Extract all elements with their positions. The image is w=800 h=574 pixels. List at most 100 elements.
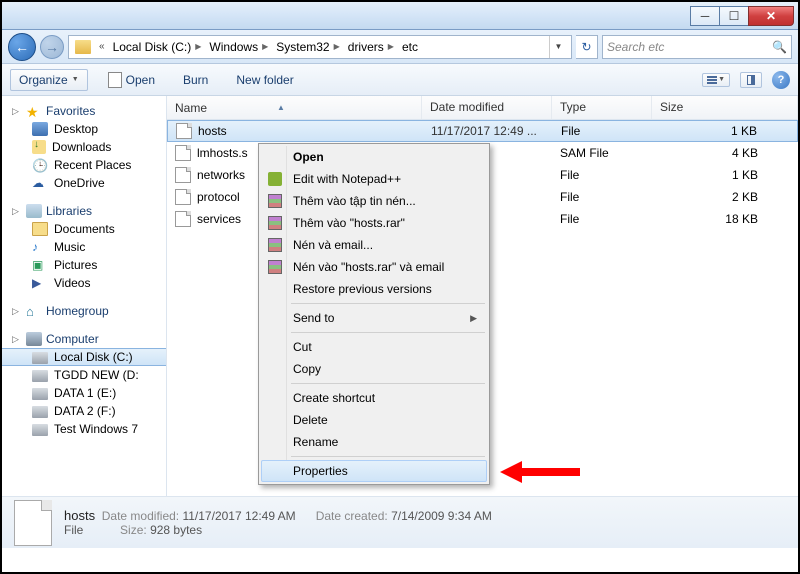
libraries-icon (26, 204, 42, 218)
file-size: 18 KB (652, 212, 798, 226)
column-headers[interactable]: Name▲ Date modified Type Size (167, 96, 798, 120)
new-folder-button[interactable]: New folder (228, 70, 301, 90)
sidebar-item-downloads[interactable]: Downloads (2, 138, 166, 156)
status-bar: hosts Date modified: 11/17/2017 12:49 AM… (2, 496, 798, 548)
cm-copy[interactable]: Copy (261, 358, 487, 380)
breadcrumb-seg[interactable]: Local Disk (C:)▶ (109, 36, 206, 58)
file-size: 1 KB (652, 168, 798, 182)
breadcrumb-seg[interactable]: Windows▶ (205, 36, 272, 58)
status-filename: hosts (64, 508, 95, 523)
titlebar: ─ ☐ ✕ (2, 2, 798, 30)
sidebar-item-drive[interactable]: DATA 2 (F:) (2, 402, 166, 420)
hdd-icon (32, 388, 48, 400)
documents-icon (32, 222, 48, 236)
hdd-icon (32, 406, 48, 418)
videos-icon: ▶ (32, 276, 48, 290)
view-button[interactable]: ▼ (702, 73, 730, 87)
search-input[interactable]: Search etc 🔍 (602, 35, 792, 59)
breadcrumb-seg[interactable]: etc (398, 36, 422, 58)
file-row[interactable]: hosts 11/17/2017 12:49 ... File 1 KB (167, 120, 798, 142)
notepadpp-icon (267, 171, 283, 187)
recent-icon: 🕒 (32, 158, 48, 172)
cm-edit-notepad[interactable]: Edit with Notepad++ (261, 168, 487, 190)
desktop-icon (32, 122, 48, 136)
refresh-button[interactable]: ↻ (576, 35, 598, 59)
file-icon (175, 167, 191, 183)
sidebar-item-videos[interactable]: ▶Videos (2, 274, 166, 292)
music-icon: ♪ (32, 240, 48, 254)
file-date: 11/17/2017 12:49 ... (423, 124, 553, 138)
help-button[interactable]: ? (772, 71, 790, 89)
breadcrumb[interactable]: « Local Disk (C:)▶ Windows▶ System32▶ dr… (68, 35, 572, 59)
burn-button[interactable]: Burn (175, 70, 216, 90)
sidebar-item-desktop[interactable]: Desktop (2, 120, 166, 138)
winrar-icon (267, 259, 283, 275)
sidebar-item-music[interactable]: ♪Music (2, 238, 166, 256)
computer-icon (26, 332, 42, 346)
history-chevron-icon[interactable]: « (95, 41, 109, 52)
cm-rename[interactable]: Rename (261, 431, 487, 453)
breadcrumb-dropdown-icon[interactable]: ▼ (549, 36, 567, 58)
cm-zip-email[interactable]: Nén và email... (261, 234, 487, 256)
homegroup-icon: ⌂ (26, 304, 42, 318)
cm-create-shortcut[interactable]: Create shortcut (261, 387, 487, 409)
file-type: File (552, 168, 652, 182)
file-type: SAM File (552, 146, 652, 160)
sidebar-head-homegroup[interactable]: ▷⌂Homegroup (2, 302, 166, 320)
file-size: 4 KB (652, 146, 798, 160)
sidebar-head-favorites[interactable]: ▷★Favorites (2, 102, 166, 120)
file-icon (175, 189, 191, 205)
hdd-icon (32, 370, 48, 382)
folder-icon (75, 40, 91, 54)
close-button[interactable]: ✕ (748, 6, 794, 26)
submenu-arrow-icon: ▶ (470, 313, 477, 324)
open-button[interactable]: Open (100, 69, 163, 91)
page-icon (108, 72, 122, 88)
sidebar-item-onedrive[interactable]: ☁OneDrive (2, 174, 166, 192)
cm-zip-hosts-email[interactable]: Nén vào "hosts.rar" và email (261, 256, 487, 278)
cm-add-hosts-rar[interactable]: Thêm vào "hosts.rar" (261, 212, 487, 234)
file-icon (176, 123, 192, 139)
file-size: 1 KB (653, 124, 797, 138)
file-icon (175, 211, 191, 227)
cm-restore[interactable]: Restore previous versions (261, 278, 487, 300)
sidebar-item-drive[interactable]: TGDD NEW (D: (2, 366, 166, 384)
address-bar-row: ← → « Local Disk (C:)▶ Windows▶ System32… (2, 30, 798, 64)
cm-cut[interactable]: Cut (261, 336, 487, 358)
pictures-icon: ▣ (32, 258, 48, 272)
forward-button[interactable]: → (40, 35, 64, 59)
winrar-icon (267, 193, 283, 209)
cm-add-archive[interactable]: Thêm vào tập tin nén... (261, 190, 487, 212)
sidebar-head-computer[interactable]: ▷Computer (2, 330, 166, 348)
cm-send-to[interactable]: Send to▶ (261, 307, 487, 329)
annotation-arrow (500, 461, 580, 483)
organize-button[interactable]: Organize▼ (10, 69, 88, 91)
file-size: 2 KB (652, 190, 798, 204)
sidebar-item-local-disk-c[interactable]: Local Disk (C:) (2, 348, 166, 366)
breadcrumb-seg[interactable]: System32▶ (272, 36, 344, 58)
sidebar-item-pictures[interactable]: ▣Pictures (2, 256, 166, 274)
back-button[interactable]: ← (8, 33, 36, 61)
toolbar: Organize▼ Open Burn New folder ▼ ? (2, 64, 798, 96)
file-type: File (553, 124, 653, 138)
star-icon: ★ (26, 104, 42, 118)
sidebar-item-drive[interactable]: Test Windows 7 (2, 420, 166, 438)
file-icon (14, 500, 52, 546)
context-menu: Open Edit with Notepad++ Thêm vào tập ti… (258, 143, 490, 485)
sidebar-item-drive[interactable]: DATA 1 (E:) (2, 384, 166, 402)
cm-delete[interactable]: Delete (261, 409, 487, 431)
breadcrumb-seg[interactable]: drivers▶ (344, 36, 398, 58)
sidebar: ▷★Favorites Desktop Downloads 🕒Recent Pl… (2, 96, 167, 496)
maximize-button[interactable]: ☐ (719, 6, 749, 26)
cm-open[interactable]: Open (261, 146, 487, 168)
file-type: File (552, 212, 652, 226)
minimize-button[interactable]: ─ (690, 6, 720, 26)
hdd-icon (32, 424, 48, 436)
sidebar-head-libraries[interactable]: ▷Libraries (2, 202, 166, 220)
file-icon (175, 145, 191, 161)
sidebar-item-documents[interactable]: Documents (2, 220, 166, 238)
sidebar-item-recent[interactable]: 🕒Recent Places (2, 156, 166, 174)
preview-pane-button[interactable] (740, 72, 762, 88)
cm-properties[interactable]: Properties (261, 460, 487, 482)
download-icon (32, 140, 46, 154)
